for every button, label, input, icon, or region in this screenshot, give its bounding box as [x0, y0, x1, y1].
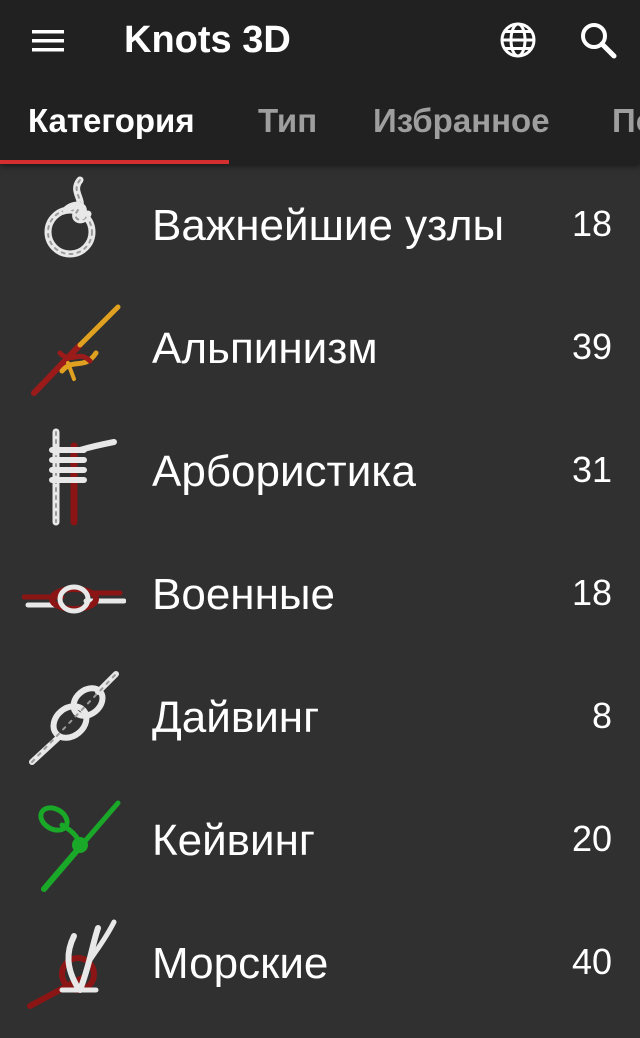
category-label: Морские	[152, 939, 329, 988]
list-item[interactable]: Важнейшие узлы 18	[0, 164, 640, 287]
category-count: 39	[571, 326, 612, 367]
tab-category[interactable]: Категория	[28, 82, 195, 164]
loop-knot-icon	[22, 170, 126, 280]
search-icon[interactable]	[572, 14, 624, 66]
category-count: 40	[571, 941, 612, 982]
list-item[interactable]: Альпинизм 39	[0, 287, 640, 410]
list-item[interactable]: Морские 40	[0, 902, 640, 1025]
list-item[interactable]: Арбористика 31	[0, 410, 640, 533]
list-item[interactable]: Дайвинг 8	[0, 656, 640, 779]
caving-knot-icon	[22, 785, 126, 895]
toolbar: Knots 3D	[0, 0, 640, 82]
app-title: Knots 3D	[124, 19, 291, 61]
marine-knot-icon	[22, 908, 126, 1018]
figure-eight-knot-icon	[22, 662, 126, 772]
tab-favorites[interactable]: Избранное	[373, 82, 550, 164]
category-label: Арбористика	[152, 447, 416, 496]
category-label: Важнейшие узлы	[152, 201, 505, 250]
globe-icon[interactable]	[492, 14, 544, 66]
square-knot-icon	[21, 539, 127, 649]
climbing-knot-icon	[22, 293, 126, 403]
arborist-knot-icon	[22, 416, 126, 526]
category-label: Альпинизм	[152, 324, 378, 373]
tab-bar: Категория Тип Избранное По	[0, 82, 640, 164]
category-label: Дайвинг	[152, 693, 320, 742]
category-count: 8	[591, 695, 612, 736]
category-count: 18	[571, 203, 612, 244]
category-label: Кейвинг	[152, 816, 315, 865]
category-label: Военные	[152, 570, 335, 619]
tab-more[interactable]: По	[612, 82, 640, 164]
category-count: 18	[571, 572, 612, 613]
hamburger-menu-icon[interactable]	[22, 15, 74, 67]
list-item[interactable]: Военные 18	[0, 533, 640, 656]
category-count: 20	[571, 818, 612, 859]
list-item[interactable]: Кейвинг 20	[0, 779, 640, 902]
tab-type[interactable]: Тип	[258, 82, 317, 164]
category-count: 31	[571, 449, 612, 490]
tab-indicator	[0, 160, 229, 164]
app-bar: Knots 3D Категория Тип Избранное По	[0, 0, 640, 164]
